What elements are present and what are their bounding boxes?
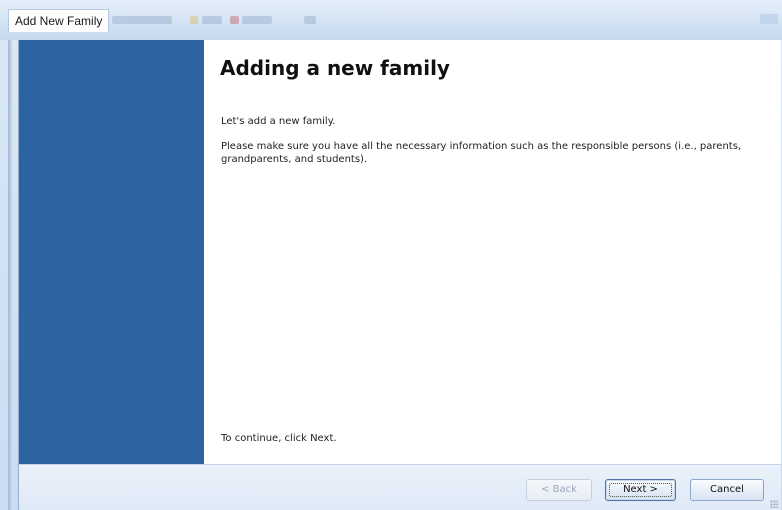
intro-text: Let's add a new family. — [221, 116, 336, 127]
wizard-dialog: Adding a new family Let's add a new fami… — [18, 40, 781, 510]
background-toolbar — [112, 13, 342, 27]
page-title: Adding a new family — [220, 56, 450, 80]
wizard-footer: < Back Next > Cancel — [19, 464, 781, 510]
window-titlebar: Add New Family — [0, 0, 782, 40]
wizard-content: Adding a new family Let's add a new fami… — [204, 40, 781, 464]
app-window: Add New Family Adding a new family Let's… — [0, 0, 782, 510]
window-left-border — [8, 40, 12, 510]
resize-grip-icon[interactable] — [770, 500, 778, 508]
background-window-control — [760, 14, 778, 24]
back-button[interactable]: < Back — [526, 479, 592, 501]
focus-rectangle — [609, 483, 672, 497]
next-button[interactable]: Next > — [605, 479, 676, 501]
continue-hint: To continue, click Next. — [221, 433, 337, 444]
wizard-side-panel — [19, 40, 204, 464]
info-text: Please make sure you have all the necess… — [221, 141, 742, 165]
cancel-button[interactable]: Cancel — [690, 479, 764, 501]
window-title: Add New Family — [8, 9, 110, 32]
